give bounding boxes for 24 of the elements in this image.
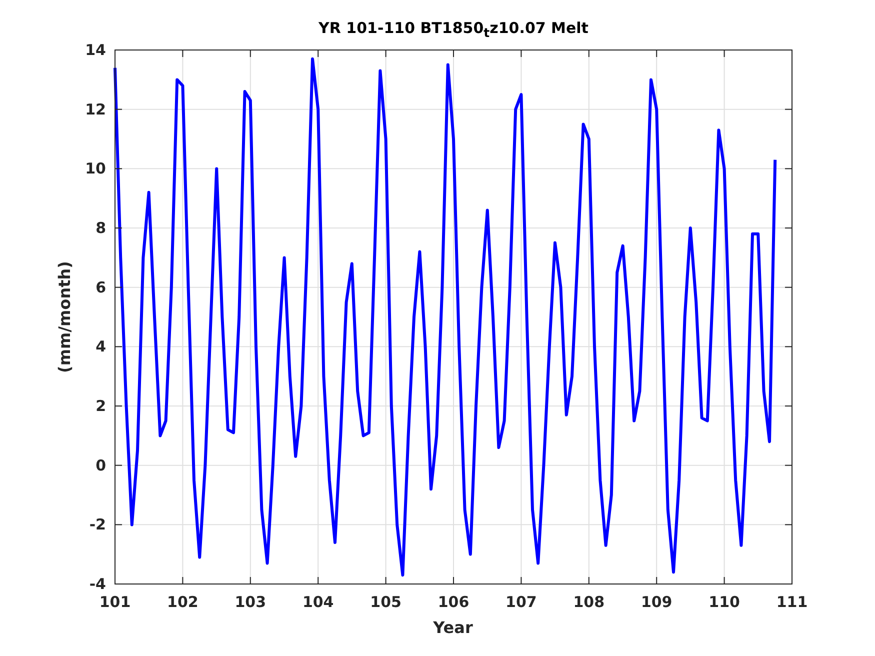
y-tick-label: 8 <box>96 219 106 237</box>
y-tick-label: -2 <box>89 516 106 534</box>
y-tick-label: 14 <box>85 41 106 59</box>
x-tick-label: 101 <box>99 593 131 611</box>
x-tick-label: 109 <box>640 593 672 611</box>
x-tick-label: 110 <box>708 593 740 611</box>
x-tick-label: 104 <box>302 593 334 611</box>
y-tick-label: 4 <box>96 338 106 356</box>
x-tick-label: 103 <box>234 593 266 611</box>
x-tick-label: 105 <box>370 593 402 611</box>
y-tick-label: 6 <box>96 278 106 296</box>
x-tick-label: 102 <box>167 593 198 611</box>
y-tick-label: -4 <box>89 575 106 593</box>
x-tick-label: 107 <box>506 593 537 611</box>
x-tick-label: 106 <box>438 593 470 611</box>
x-tick-label: 111 <box>776 593 808 611</box>
chart-title: YR 101-110 BT1850$_{t}$z10.07 Melt <box>318 19 588 42</box>
x-axis-label: Year <box>433 618 473 637</box>
y-tick-label: 2 <box>96 397 106 415</box>
y-tick-label: 12 <box>85 100 106 118</box>
x-tick-label: 108 <box>573 593 605 611</box>
y-axis-label: (mm/month) <box>55 261 74 373</box>
y-tick-label: 0 <box>96 456 106 474</box>
y-tick-label: 10 <box>85 160 106 178</box>
